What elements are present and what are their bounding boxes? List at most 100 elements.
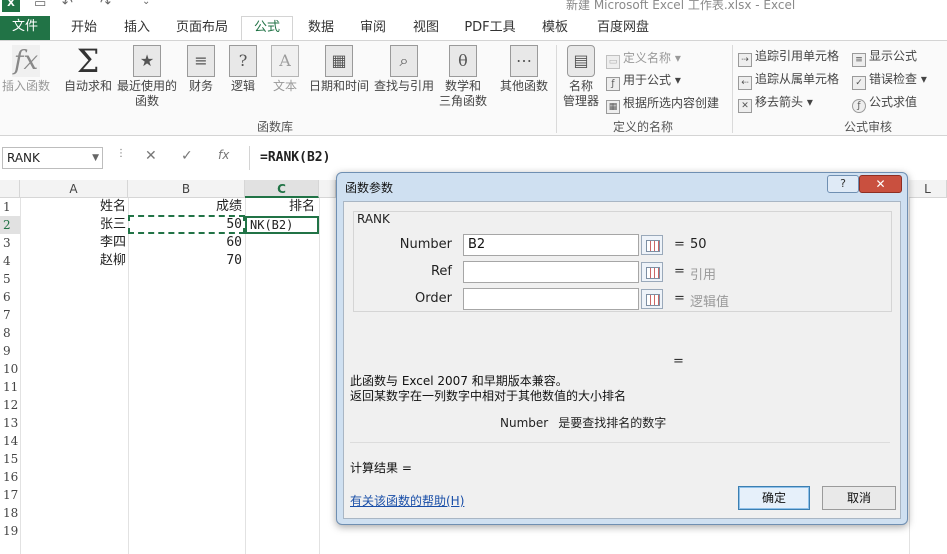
define-name-button[interactable]: ▭ 定义名称 ▾	[606, 49, 681, 69]
column-header-c[interactable]: C	[245, 180, 319, 198]
tab-templates[interactable]: 模板	[532, 18, 578, 40]
column-header-l[interactable]: L	[909, 180, 947, 198]
row-header[interactable]: 8	[0, 324, 20, 342]
window-title: 新建 Microsoft Excel 工作表.xlsx - Excel	[566, 0, 796, 12]
row-header[interactable]: 1	[0, 198, 20, 216]
tab-home[interactable]: 开始	[60, 18, 108, 40]
use-in-formula-button[interactable]: ƒ 用于公式 ▾	[606, 71, 681, 91]
order-collapse-dialog-icon[interactable]	[641, 289, 663, 309]
sigma-icon: Σ	[76, 42, 100, 80]
lookup-reference-button[interactable]: ⌕ 查找与引用	[372, 45, 436, 94]
row-header[interactable]: 5	[0, 270, 20, 288]
cancel-button[interactable]: 取消	[822, 486, 896, 510]
row-header[interactable]: 3	[0, 234, 20, 252]
number-collapse-dialog-icon[interactable]	[641, 235, 663, 255]
cell-a4[interactable]: 赵柳	[20, 252, 126, 270]
help-on-function-link[interactable]: 有关该函数的帮助(H)	[350, 492, 464, 509]
recently-used-button[interactable]: ★ 最近使用的 函数	[116, 45, 178, 109]
name-box[interactable]: RANK ▼	[2, 147, 103, 169]
formula-result-equals: =	[673, 354, 684, 369]
select-all-corner[interactable]	[0, 180, 20, 198]
show-formulas-button[interactable]: ≡ 显示公式	[852, 47, 917, 67]
text-label: 文本	[272, 79, 297, 93]
function-name: RANK	[355, 212, 392, 226]
redo-icon[interactable]: ↷	[100, 0, 111, 11]
row-header[interactable]: 16	[0, 468, 20, 486]
cell-a3[interactable]: 李四	[20, 234, 126, 252]
tab-baidu-netdisk[interactable]: 百度网盘	[590, 18, 656, 40]
more-functions-button[interactable]: ⋯ 其他函数	[496, 45, 552, 94]
row-header[interactable]: 7	[0, 306, 20, 324]
cell-a2[interactable]: 张三	[20, 216, 126, 234]
chevron-down-icon[interactable]: ▼	[92, 148, 99, 168]
date-time-button[interactable]: ▦ 日期和时间	[306, 45, 372, 94]
row-header[interactable]: 10	[0, 360, 20, 378]
name-manager-label-1: 名称	[568, 79, 593, 93]
autosum-button[interactable]: Σ 自动求和	[62, 45, 114, 94]
row-header[interactable]: 12	[0, 396, 20, 414]
tab-file[interactable]: 文件	[0, 16, 50, 40]
function-description: 返回某数字在一列数字中相对于其他数值的大小排名	[350, 389, 627, 403]
error-checking-button[interactable]: ✓ 错误检查 ▾	[852, 70, 927, 90]
tab-review[interactable]: 审阅	[352, 18, 394, 40]
column-header-d[interactable]	[319, 180, 336, 198]
row-header[interactable]: 14	[0, 432, 20, 450]
cancel-icon[interactable]: ✕	[145, 148, 157, 164]
active-cell-c2[interactable]: NK(B2)	[245, 216, 319, 234]
row-header[interactable]: 19	[0, 522, 20, 540]
column-header-a[interactable]: A	[20, 180, 128, 198]
trace-dependents-button[interactable]: ⇠ 追踪从属单元格	[738, 70, 839, 90]
number-input[interactable]: B2	[463, 234, 639, 256]
row-header[interactable]: 4	[0, 252, 20, 270]
ref-collapse-dialog-icon[interactable]	[641, 262, 663, 282]
letter-a-book-icon: A	[271, 45, 299, 77]
evaluate-formula-button[interactable]: ƒ 公式求值	[852, 93, 917, 113]
row-header[interactable]: 13	[0, 414, 20, 432]
insert-function-label: 插入函数	[1, 79, 50, 93]
row-header[interactable]: 15	[0, 450, 20, 468]
financial-button[interactable]: ≡ 财务	[184, 45, 218, 94]
cell-c1[interactable]: 排名	[245, 198, 315, 216]
tab-insert[interactable]: 插入	[114, 18, 160, 40]
help-button[interactable]: ?	[827, 175, 859, 193]
tab-page-layout[interactable]: 页面布局	[170, 18, 234, 40]
ref-input[interactable]	[463, 261, 639, 283]
insert-function-button[interactable]: fx 插入函数	[0, 45, 52, 94]
cell-b1[interactable]: 成绩	[128, 198, 242, 216]
tab-data[interactable]: 数据	[300, 18, 342, 40]
tab-view[interactable]: 视图	[405, 18, 447, 40]
trace-precedents-button[interactable]: ⇢ 追踪引用单元格	[738, 47, 839, 67]
name-manager-button[interactable]: ▤ 名称 管理器	[560, 45, 602, 109]
logical-button[interactable]: ? 逻辑	[226, 45, 260, 94]
order-label: Order	[415, 291, 452, 306]
enter-check-icon[interactable]: ✓	[181, 148, 193, 164]
customize-icon[interactable]: ⌄	[142, 0, 150, 7]
ok-button[interactable]: 确定	[738, 486, 810, 510]
row-header[interactable]: 2	[0, 216, 20, 234]
cell-a1[interactable]: 姓名	[20, 198, 126, 216]
argument-description: Number 是要查找排名的数字	[500, 414, 666, 431]
more-functions-label: 其他函数	[499, 79, 548, 93]
cell-b4[interactable]: 70	[128, 252, 242, 270]
tab-formulas[interactable]: 公式	[241, 16, 293, 40]
row-header[interactable]: 17	[0, 486, 20, 504]
name-tag-icon: ▤	[567, 45, 595, 77]
row-header[interactable]: 6	[0, 288, 20, 306]
text-button[interactable]: A 文本	[268, 45, 302, 94]
insert-function-icon[interactable]: fx	[218, 148, 229, 162]
undo-icon[interactable]: ↶	[62, 0, 73, 11]
order-input[interactable]	[463, 288, 639, 310]
formula-input[interactable]: =RANK(B2)	[249, 146, 947, 170]
row-header[interactable]: 18	[0, 504, 20, 522]
row-header[interactable]: 9	[0, 342, 20, 360]
create-from-selection-button[interactable]: ▦ 根据所选内容创建	[606, 94, 719, 114]
close-button[interactable]: ✕	[859, 175, 902, 193]
function-arguments-dialog: 函数参数 ? ✕ RANK Number B2 = 50 Ref = 引用 Or…	[336, 172, 908, 525]
remove-arrows-button[interactable]: ✕ 移去箭头 ▾	[738, 93, 813, 113]
tab-pdf-tools[interactable]: PDF工具	[458, 18, 522, 40]
math-trig-button[interactable]: θ 数学和 三角函数	[436, 45, 490, 109]
cell-b3[interactable]: 60	[128, 234, 242, 252]
column-header-b[interactable]: B	[128, 180, 245, 198]
save-icon[interactable]: ▭	[34, 0, 46, 11]
row-header[interactable]: 11	[0, 378, 20, 396]
